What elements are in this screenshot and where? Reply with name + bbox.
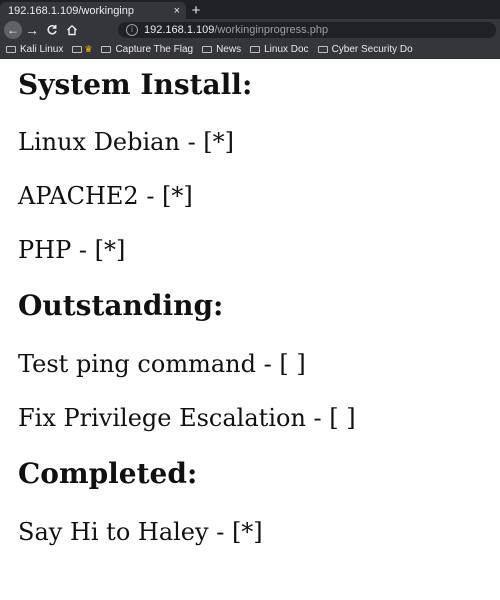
bookmark-crown-folder[interactable]: ♛ <box>72 44 92 55</box>
list-item: Fix Privilege Escalation - [ ] <box>18 404 356 432</box>
address-bar[interactable]: i 192.168.1.109/workinginprogress.php <box>118 22 496 38</box>
list-item: Test ping command - [ ] <box>18 350 306 378</box>
new-tab-button[interactable]: + <box>186 2 206 19</box>
bookmark-kali-linux[interactable]: Kali Linux <box>6 44 63 55</box>
reload-icon <box>47 25 57 35</box>
bookmark-capture-the-flag[interactable]: Capture The Flag <box>101 44 193 55</box>
bookmark-linux-doc[interactable]: Linux Doc <box>250 44 309 55</box>
folder-icon <box>101 46 112 53</box>
browser-tab[interactable]: 192.168.1.109/workinginp × <box>0 2 186 19</box>
folder-icon <box>250 46 261 53</box>
home-icon <box>67 24 77 36</box>
info-icon[interactable]: i <box>126 24 138 36</box>
list-item: Linux Debian - [*] <box>18 128 235 156</box>
folder-icon <box>72 46 83 53</box>
folder-icon <box>202 46 213 53</box>
browser-chrome: 192.168.1.109/workinginp × + ← → i 192.1… <box>0 0 500 59</box>
crown-icon: ♛ <box>84 44 93 54</box>
forward-button[interactable]: → <box>22 21 42 39</box>
bookmark-news[interactable]: News <box>202 44 241 55</box>
back-button[interactable]: ← <box>4 21 22 39</box>
bookmark-cyber-security[interactable]: Cyber Security Do <box>317 44 413 55</box>
section-heading-completed: Completed: <box>18 457 198 490</box>
forward-arrow-icon: → <box>25 22 39 38</box>
home-button[interactable] <box>62 21 82 39</box>
tab-strip: 192.168.1.109/workinginp × + <box>0 0 500 19</box>
url-path: /workinginprogress.php <box>214 24 329 36</box>
folder-icon <box>6 46 16 53</box>
folder-icon <box>317 46 328 53</box>
section-heading-outstanding: Outstanding: <box>18 289 224 322</box>
bookmark-label: News <box>216 44 242 55</box>
back-arrow-icon: ← <box>7 23 19 37</box>
tab-title: 192.168.1.109/workinginp <box>8 4 134 17</box>
page-content: System Install: Linux Debian - [*] APACH… <box>0 68 500 546</box>
bookmark-label: Linux Doc <box>264 44 309 55</box>
bookmark-label: Capture The Flag <box>115 44 194 55</box>
close-tab-icon[interactable]: × <box>174 5 180 17</box>
list-item: PHP - [*] <box>18 236 126 264</box>
bookmarks-bar: Kali Linux ♛ Capture The Flag News Linux… <box>0 41 500 59</box>
bookmark-label: Cyber Security Do <box>331 44 413 55</box>
browser-toolbar: ← → i 192.168.1.109/workinginprogress.ph… <box>0 19 500 41</box>
reload-button[interactable] <box>42 21 62 39</box>
list-item: Say Hi to Haley - [*] <box>18 518 263 546</box>
section-heading-system-install: System Install: <box>18 68 253 101</box>
bookmark-label: Kali Linux <box>20 44 64 55</box>
url-host: 192.168.1.109 <box>144 24 215 36</box>
list-item: APACHE2 - [*] <box>18 182 193 210</box>
